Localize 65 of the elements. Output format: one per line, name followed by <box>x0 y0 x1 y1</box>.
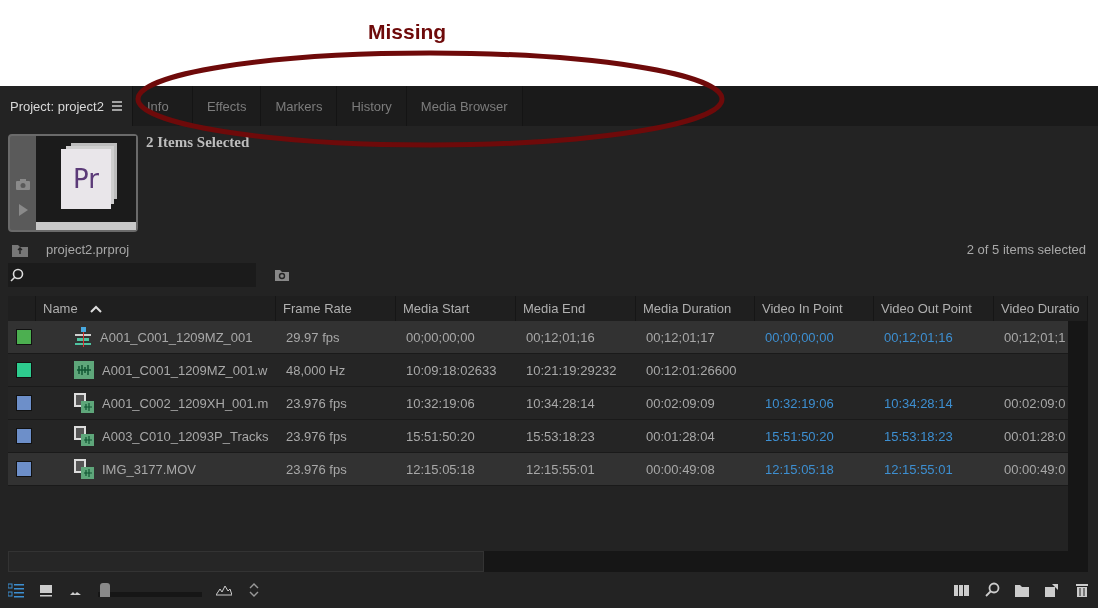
icon-view-icon[interactable] <box>38 582 54 598</box>
table-cell-text: 23.976 fps <box>285 461 348 477</box>
clip-name: A001_C001_1209MZ_001 <box>100 329 253 345</box>
video-clip-icon <box>74 426 94 446</box>
columns-icon[interactable] <box>954 582 970 598</box>
menu-icon <box>111 101 122 111</box>
new-item-icon[interactable] <box>1044 582 1060 598</box>
table-cell-text: 00:02:09:09 <box>645 395 716 411</box>
slider-handle[interactable] <box>99 583 110 597</box>
table-cell-text: 10:34:28:14 <box>525 395 596 411</box>
table-cell-text: 10:32:19:06 <box>405 395 476 411</box>
table-cell-text: 00;12;01;17 <box>645 329 716 345</box>
clip-name: IMG_3177.MOV <box>102 461 196 477</box>
panel-tab[interactable]: Project: project2 <box>0 86 133 126</box>
project-folder-icon <box>12 242 28 257</box>
table-cell-text: 15:51:50:20 <box>764 428 835 444</box>
table-cell-text: 00:00:49:0 <box>1003 461 1067 477</box>
table-cell-text: 10:32:19:06 <box>764 395 835 411</box>
sequence-icon <box>74 327 92 347</box>
table-cell-text: 00;00;00;00 <box>405 329 476 345</box>
table-cell-text: 15:51:50:20 <box>405 428 476 444</box>
clip-row[interactable]: A001_C001_1209MZ_001 29.97 fps 00;00;00;00 00;12;01;16 00;12;01;17 00;00;00;00 00;12;01;16 00;12;01;1 <box>8 321 1068 354</box>
table-cell-text: 00:01:28:0 <box>1003 428 1067 444</box>
search-icon <box>10 268 24 282</box>
annotation-label: Missing <box>368 20 447 43</box>
table-cell-text: 10:09:18:02633 <box>405 362 498 378</box>
table-cell-text: 15:53:18:23 <box>883 428 954 444</box>
list-view-icon[interactable] <box>8 582 24 598</box>
table-cell-text: 29.97 fps <box>285 329 341 345</box>
table-cell-text: 00;12;01;1 <box>1003 329 1067 345</box>
table-cell-text: 12:15:05:18 <box>405 461 476 477</box>
table-cell-text: 00:00:49:08 <box>645 461 716 477</box>
video-clip-icon <box>74 459 94 479</box>
selection-count: 2 of 5 items selected <box>966 242 1086 257</box>
table-cell-text: 00:02:09:0 <box>1003 395 1067 411</box>
table-cell-text: 15:53:18:23 <box>525 428 596 444</box>
table-cell-text: 00:12:01:26600 <box>645 362 738 378</box>
table-cell-text: 12:15:55:01 <box>525 461 596 477</box>
table-cell-text: 10:21:19:29232 <box>525 362 618 378</box>
table-cell-text: 23.976 fps <box>285 395 348 411</box>
audio-clip-icon <box>74 361 94 379</box>
table-cell-text: 48,000 Hz <box>285 362 347 378</box>
project-file-name: project2.prproj <box>46 242 130 257</box>
folder-search-icon[interactable] <box>274 267 290 283</box>
table-cell-text: 00:01:28:04 <box>645 428 716 444</box>
table-cell-text: 00;00;00;00 <box>764 329 835 345</box>
sort-ascending-icon <box>89 304 102 313</box>
table-cell-text: 12:15:05:18 <box>764 461 835 477</box>
table-cell-text: 23.976 fps <box>285 428 348 444</box>
clip-name: A001_C001_1209MZ_001.w <box>102 362 268 378</box>
selection-title: 2 Items Selected <box>146 134 250 152</box>
horizontal-scrollbar[interactable] <box>8 551 1088 572</box>
clip-name: A001_C002_1209XH_001.m <box>102 395 269 411</box>
search-icon[interactable] <box>984 582 1000 598</box>
clip-row[interactable]: IMG_3177.MOV 23.976 fps 12:15:05:18 12:15:55:01 00:00:49:08 12:15:05:18 12:15:55:01 00:00:49:0 <box>8 453 1068 486</box>
table-cell-text: 12:15:55:01 <box>883 461 954 477</box>
video-clip-icon <box>74 393 94 413</box>
vertical-scrollbar[interactable] <box>1068 321 1088 551</box>
trash-icon[interactable] <box>1074 582 1090 598</box>
table-cell-text: 10:34:28:14 <box>883 395 954 411</box>
table-cell-text: 00;12;01;16 <box>525 329 596 345</box>
search-field[interactable] <box>8 263 256 287</box>
clip-name: A003_C010_12093P_Tracks <box>102 428 269 444</box>
table-cell-text: 00;12;01;16 <box>883 329 954 345</box>
folder-icon[interactable] <box>1014 582 1030 598</box>
